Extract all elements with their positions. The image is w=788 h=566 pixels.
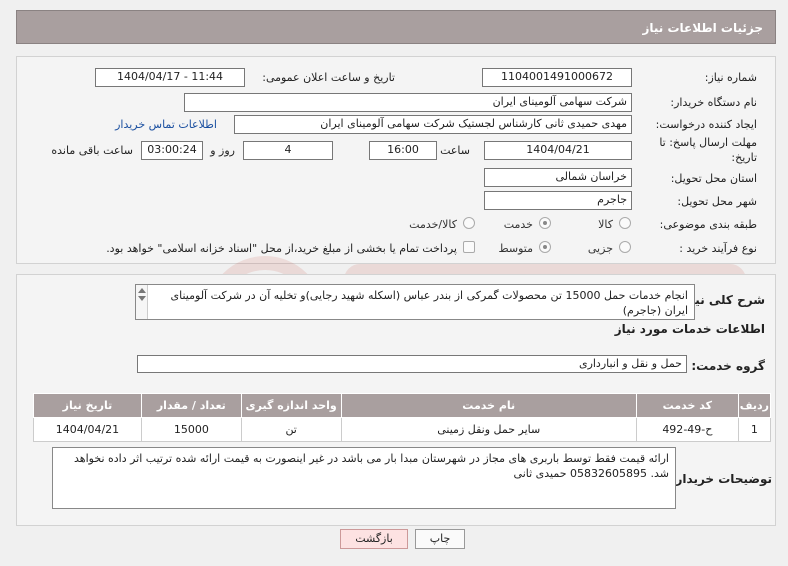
services-section-title: اطلاعات خدمات مورد نیاز: [614, 322, 765, 336]
buyer-notes-text: ارائه قیمت فقط توسط باربری های مجاز در ش…: [74, 452, 669, 480]
city-field: جاجرم: [484, 191, 632, 210]
category-label: طبقه بندی موضوعی:: [659, 218, 757, 231]
need-details-panel: شماره نیاز: 1104001491000672 تاریخ و ساع…: [16, 56, 776, 264]
col-unit: واحد اندازه گیری: [240, 393, 342, 418]
category-goods-service-radio[interactable]: [463, 217, 475, 229]
purchase-medium-label: متوسط: [498, 242, 533, 255]
col-name: نام خدمت: [340, 393, 637, 418]
purchase-minor-radio[interactable]: [619, 241, 631, 253]
page-title: جزئیات اطلاعات نیاز: [642, 21, 763, 35]
summary-text: انجام خدمات حمل 15000 تن محصولات گمرکی ا…: [170, 289, 688, 317]
print-button[interactable]: چاپ: [415, 529, 465, 549]
col-row: ردیف: [737, 393, 772, 418]
cell-unit: تن: [240, 417, 342, 442]
page-header: جزئیات اطلاعات نیاز: [16, 10, 776, 44]
buyer-org-field: شرکت سهامی آلومینای ایران: [184, 93, 632, 112]
requester-field: مهدی حمیدی ثانی کارشناس لجستیک شرکت سهام…: [234, 115, 632, 134]
buyer-notes-label: توضیحات خریدار:: [670, 472, 772, 486]
cell-date: 1404/04/21: [33, 417, 142, 442]
table-row: 1 ح-49-492 سایر حمل ونقل زمینی تن 15000 …: [33, 417, 772, 442]
remaining-days-label: روز و: [210, 144, 235, 157]
treasury-payment-note: پرداخت تمام یا بخشی از مبلغ خرید،از محل …: [106, 242, 457, 255]
cell-qty: 15000: [140, 417, 242, 442]
col-code: کد خدمت: [635, 393, 739, 418]
back-button[interactable]: بازگشت: [340, 529, 408, 549]
category-service-radio[interactable]: [539, 217, 551, 229]
service-group-label: گروه خدمت:: [691, 359, 765, 373]
need-number-field: 1104001491000672: [482, 68, 632, 87]
treasury-payment-checkbox[interactable]: [463, 241, 475, 253]
deadline-label-text: مهلت ارسال پاسخ: تا تاریخ:: [659, 136, 757, 164]
scroll-up-icon[interactable]: [138, 288, 146, 293]
deadline-label: مهلت ارسال پاسخ: تا تاریخ:: [647, 135, 757, 165]
province-label: استان محل تحویل:: [670, 172, 757, 185]
purchase-minor-label: جزیی: [587, 242, 613, 255]
cell-name: سایر حمل ونقل زمینی: [340, 417, 637, 442]
summary-scrollbar[interactable]: [136, 285, 148, 319]
announce-datetime-label: تاریخ و ساعت اعلان عمومی:: [262, 71, 395, 84]
category-goods-radio[interactable]: [619, 217, 631, 229]
remaining-time-label: ساعت باقی مانده: [51, 144, 133, 157]
scroll-down-icon[interactable]: [138, 296, 146, 301]
cell-code: ح-49-492: [635, 417, 739, 442]
city-label: شهر محل تحویل:: [677, 195, 757, 208]
province-field: خراسان شمالی: [484, 168, 632, 187]
deadline-date-field: 1404/04/21: [484, 141, 632, 160]
category-goods-label: کالا: [598, 218, 613, 231]
services-table: ردیف کد خدمت نام خدمت واحد اندازه گیری ت…: [33, 393, 772, 442]
requester-label: ایجاد کننده درخواست:: [655, 118, 757, 131]
buyer-org-label: نام دستگاه خریدار:: [670, 96, 757, 109]
remaining-days-field: 4: [243, 141, 333, 160]
category-service-label: خدمت: [503, 218, 533, 231]
col-date: تاریخ نیاز: [33, 393, 142, 418]
announce-datetime-field: 1404/04/17 - 11:44: [95, 68, 245, 87]
summary-textarea[interactable]: انجام خدمات حمل 15000 تن محصولات گمرکی ا…: [135, 284, 695, 320]
deadline-time-field: 16:00: [369, 141, 437, 160]
purchase-type-label: نوع فرآیند خرید :: [679, 242, 757, 255]
buyer-contact-link[interactable]: اطلاعات تماس خریدار: [115, 118, 217, 131]
deadline-time-label: ساعت: [440, 144, 470, 157]
need-number-label: شماره نیاز:: [704, 71, 757, 84]
buyer-notes-textarea[interactable]: ارائه قیمت فقط توسط باربری های مجاز در ش…: [52, 447, 676, 509]
services-table-header: ردیف کد خدمت نام خدمت واحد اندازه گیری ت…: [33, 393, 772, 418]
remaining-time-field: 03:00:24: [141, 141, 203, 160]
category-goods-service-label: کالا/خدمت: [409, 218, 457, 231]
cell-row: 1: [737, 417, 772, 442]
purchase-medium-radio[interactable]: [539, 241, 551, 253]
service-group-field: حمل و نقل و انبارداری: [137, 355, 687, 373]
col-qty: تعداد / مقدار: [140, 393, 242, 418]
